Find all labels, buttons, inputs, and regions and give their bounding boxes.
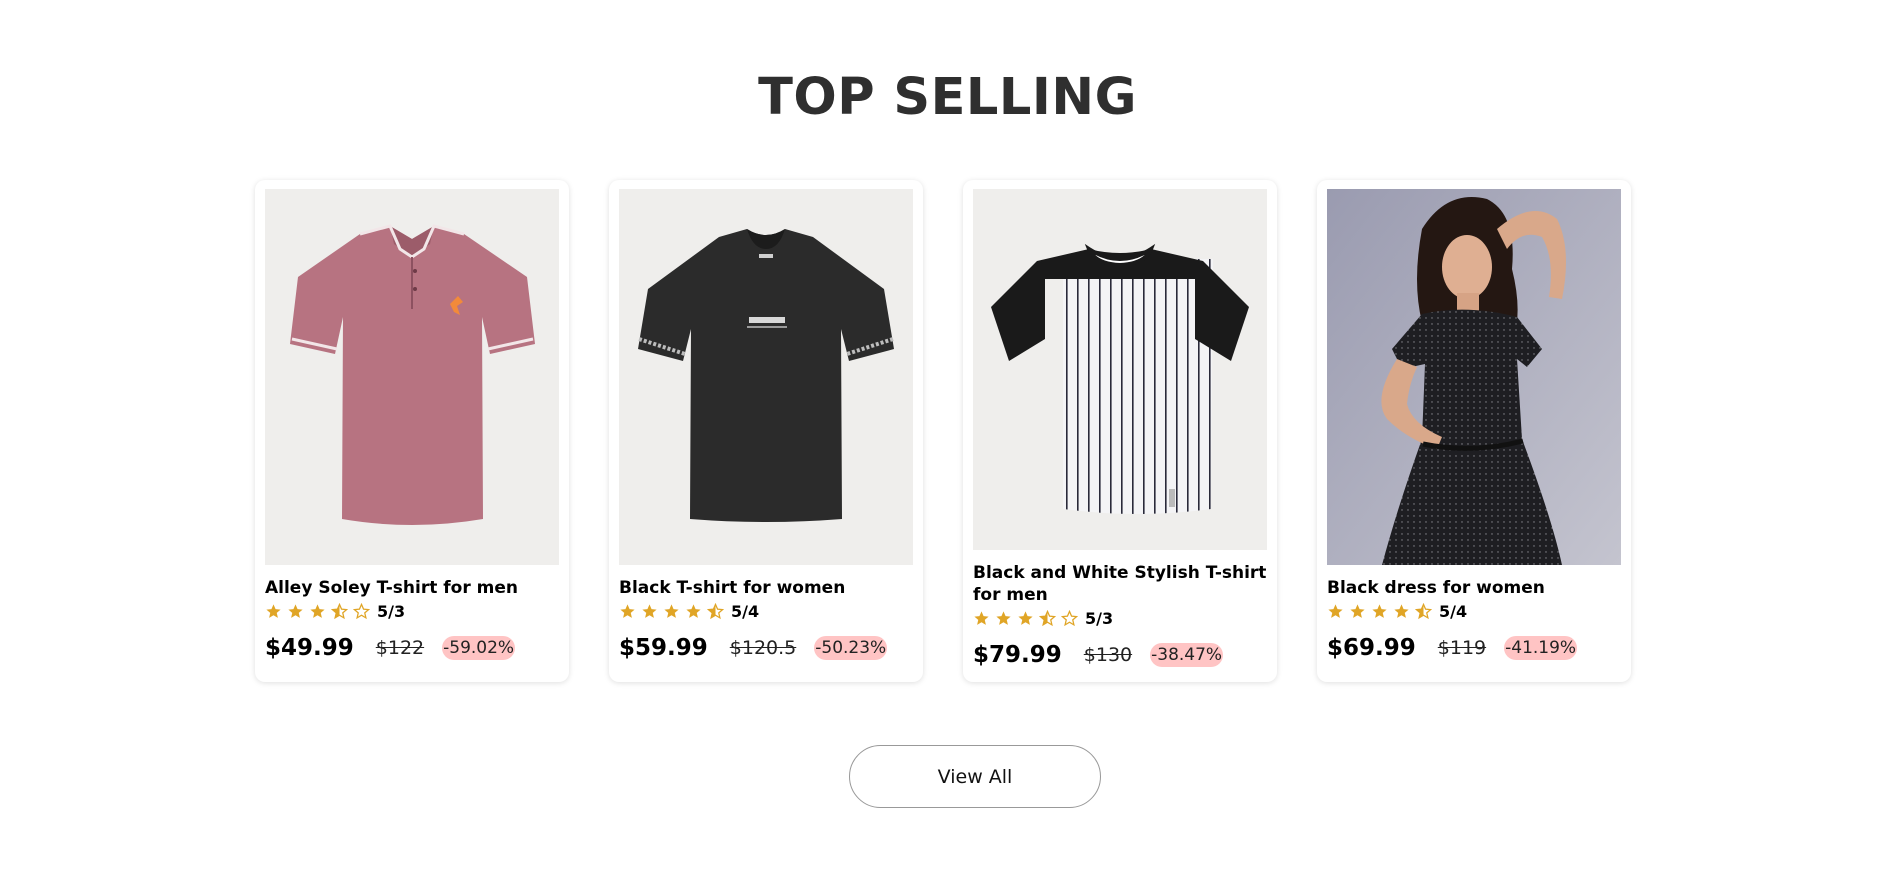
price-row: $79.99 $130 -38.47% [973, 642, 1269, 668]
star-full-icon [1349, 602, 1371, 620]
price-row: $69.99 $119 -41.19% [1327, 635, 1623, 661]
original-price: $130 [1083, 644, 1133, 666]
star-full-icon [265, 602, 287, 620]
star-full-icon [663, 602, 685, 620]
discount-badge: -38.47% [1150, 643, 1224, 667]
product-title[interactable]: Black dress for women [1327, 577, 1623, 599]
star-half-icon [1039, 609, 1061, 627]
price-row: $59.99 $120.5 -50.23% [619, 635, 915, 661]
rating-stars [1327, 602, 1437, 620]
discount-badge: -59.02% [442, 636, 516, 660]
star-full-icon [619, 602, 641, 620]
view-all-button[interactable]: View All [849, 745, 1101, 808]
product-image[interactable] [1327, 189, 1621, 565]
rating-row: 5/4 [619, 601, 915, 621]
star-half-icon [331, 602, 353, 620]
star-full-icon [1393, 602, 1415, 620]
top-selling-page: TOP SELLING Alley Soley T-shirt for men … [0, 0, 1895, 886]
original-price: $119 [1437, 637, 1487, 659]
star-empty-icon [353, 602, 375, 620]
discount-badge: -41.19% [1504, 636, 1578, 660]
current-price: $49.99 [265, 635, 354, 661]
rating-stars [973, 609, 1083, 627]
star-full-icon [1371, 602, 1393, 620]
product-image[interactable] [973, 189, 1267, 550]
section-title: TOP SELLING [758, 68, 1137, 127]
rating-text: 5/4 [731, 601, 760, 621]
product-title[interactable]: Black T-shirt for women [619, 577, 915, 599]
product-card[interactable]: Black T-shirt for women 5/4 $59.99 $120.… [609, 180, 923, 682]
rating-row: 5/4 [1327, 601, 1623, 621]
star-empty-icon [1061, 609, 1083, 627]
product-title[interactable]: Black and White Stylish T-shirt for men [973, 562, 1269, 606]
rating-text: 5/3 [1085, 608, 1114, 628]
product-card[interactable]: Black dress for women 5/4 $69.99 $119 -4… [1317, 180, 1631, 682]
product-grid: Alley Soley T-shirt for men 5/3 $49.99 $… [255, 180, 1635, 682]
current-price: $79.99 [973, 642, 1062, 668]
star-full-icon [309, 602, 331, 620]
price-row: $49.99 $122 -59.02% [265, 635, 561, 661]
star-full-icon [287, 602, 309, 620]
original-price: $122 [375, 637, 425, 659]
discount-badge: -50.23% [814, 636, 888, 660]
product-image[interactable] [619, 189, 913, 565]
product-info: Black and White Stylish T-shirt for men … [973, 562, 1269, 668]
current-price: $69.99 [1327, 635, 1416, 661]
rating-row: 5/3 [973, 608, 1269, 628]
current-price: $59.99 [619, 635, 708, 661]
rating-text: 5/3 [377, 601, 406, 621]
rating-stars [265, 602, 375, 620]
product-info: Alley Soley T-shirt for men 5/3 $49.99 $… [265, 577, 561, 661]
product-card[interactable]: Alley Soley T-shirt for men 5/3 $49.99 $… [255, 180, 569, 682]
star-full-icon [1017, 609, 1039, 627]
rating-row: 5/3 [265, 601, 561, 621]
rating-text: 5/4 [1439, 601, 1468, 621]
star-full-icon [1327, 602, 1349, 620]
product-info: Black dress for women 5/4 $69.99 $119 -4… [1327, 577, 1623, 661]
product-title[interactable]: Alley Soley T-shirt for men [265, 577, 561, 599]
original-price: $120.5 [729, 637, 797, 659]
star-full-icon [641, 602, 663, 620]
product-info: Black T-shirt for women 5/4 $59.99 $120.… [619, 577, 915, 661]
rating-stars [619, 602, 729, 620]
star-full-icon [995, 609, 1017, 627]
star-full-icon [685, 602, 707, 620]
star-half-icon [1415, 602, 1437, 620]
product-card[interactable]: Black and White Stylish T-shirt for men … [963, 180, 1277, 682]
product-image[interactable] [265, 189, 559, 565]
star-full-icon [973, 609, 995, 627]
star-half-icon [707, 602, 729, 620]
